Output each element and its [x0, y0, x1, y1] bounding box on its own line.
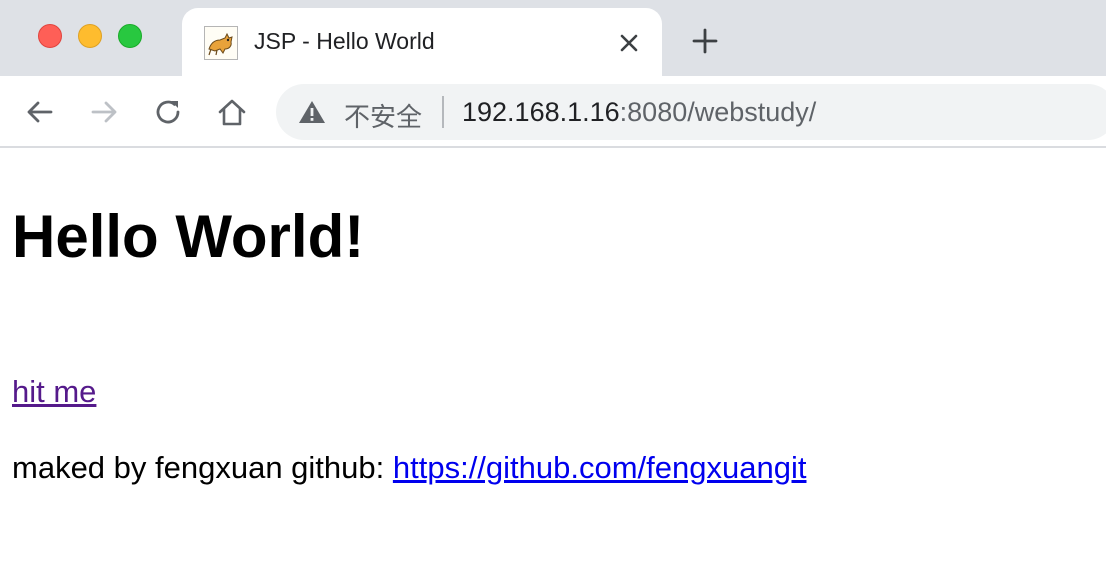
new-tab-plus-icon[interactable] [690, 26, 720, 56]
window-close-button[interactable] [38, 24, 62, 48]
credit-line: maked by fengxuan github: https://github… [12, 450, 806, 486]
close-icon[interactable] [616, 30, 642, 56]
url-path: :8080/webstudy/ [619, 97, 817, 127]
tab-strip: JSP - Hello World [0, 0, 1106, 76]
window-minimize-button[interactable] [78, 24, 102, 48]
reload-icon[interactable] [152, 96, 184, 128]
tomcat-favicon-icon [204, 26, 238, 60]
warning-triangle-icon[interactable] [298, 99, 326, 125]
back-arrow-icon[interactable] [24, 96, 56, 128]
url-text[interactable]: 192.168.1.16:8080/webstudy/ [462, 97, 816, 128]
credit-text: maked by fengxuan github: [12, 450, 393, 485]
home-icon[interactable] [216, 96, 248, 128]
github-link[interactable]: https://github.com/fengxuangit [393, 450, 807, 485]
tab-title: JSP - Hello World [254, 28, 435, 54]
forward-arrow-icon[interactable] [88, 96, 120, 128]
tab-active[interactable]: JSP - Hello World [182, 8, 662, 76]
page-content: Hello World! hit me maked by fengxuan gi… [0, 150, 1106, 586]
window-zoom-button[interactable] [118, 24, 142, 48]
hit-me-link[interactable]: hit me [12, 374, 96, 410]
url-host: 192.168.1.16 [462, 97, 620, 127]
toolbar: 不安全 192.168.1.16:8080/webstudy/ [0, 76, 1106, 148]
address-bar[interactable]: 不安全 192.168.1.16:8080/webstudy/ [276, 84, 1106, 140]
security-label[interactable]: 不安全 [344, 97, 422, 134]
address-divider [442, 96, 444, 128]
page-heading: Hello World! [12, 203, 365, 270]
